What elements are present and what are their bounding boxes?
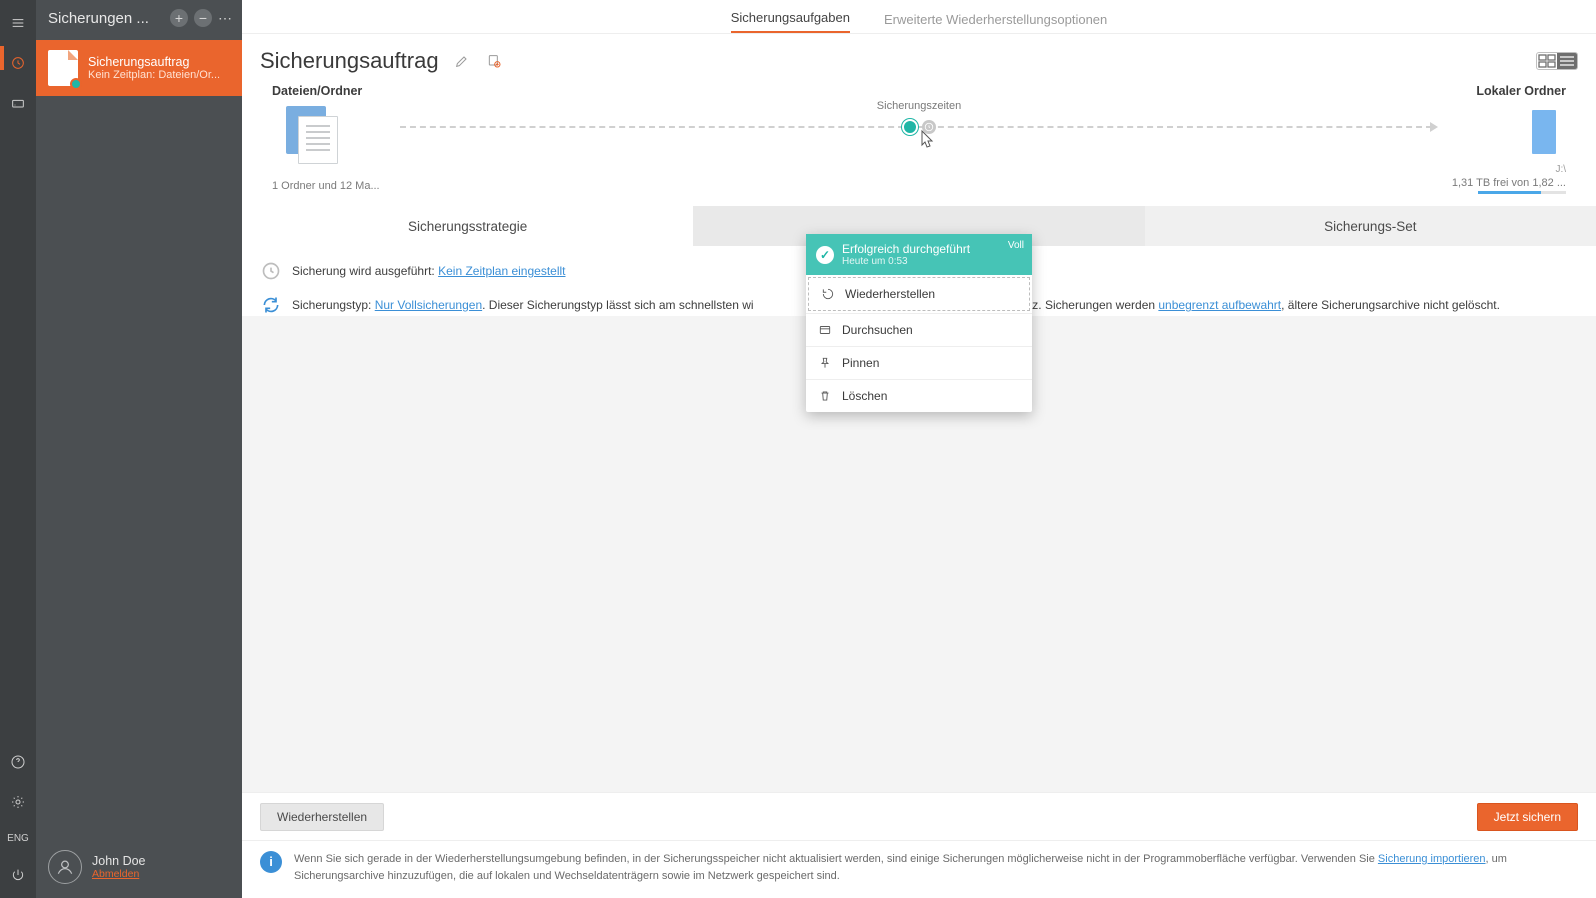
schedule-link[interactable]: Kein Zeitplan eingestellt bbox=[438, 264, 565, 278]
rail-active-indicator bbox=[0, 46, 4, 70]
remove-backup-button[interactable]: − bbox=[194, 9, 212, 27]
sidebar-title: Sicherungen ... bbox=[48, 10, 164, 27]
popover-restore-item[interactable]: Wiederherstellen bbox=[808, 277, 1030, 311]
backup-point-popover: ✓ Erfolgreich durchgeführt Heute um 0:53… bbox=[806, 234, 1032, 412]
power-icon[interactable] bbox=[9, 866, 27, 884]
backup-now-button[interactable]: Jetzt sichern bbox=[1477, 803, 1578, 831]
page-title-row: Sicherungsauftrag bbox=[242, 34, 1596, 80]
popover-header: ✓ Erfolgreich durchgeführt Heute um 0:53… bbox=[806, 234, 1032, 275]
popover-browse-item[interactable]: Durchsuchen bbox=[806, 313, 1032, 346]
check-icon: ✓ bbox=[816, 246, 834, 264]
popover-browse-label: Durchsuchen bbox=[842, 323, 913, 337]
job-subtitle: Kein Zeitplan: Dateien/Or... bbox=[88, 69, 220, 81]
footer-buttons: Wiederherstellen Jetzt sichern bbox=[242, 792, 1596, 840]
popover-restore-label: Wiederherstellen bbox=[845, 287, 935, 301]
user-name: John Doe bbox=[92, 854, 146, 868]
type-link[interactable]: Nur Vollsicherungen bbox=[375, 298, 482, 312]
popover-pin-label: Pinnen bbox=[842, 356, 879, 370]
language-label[interactable]: ENG bbox=[7, 833, 29, 844]
clock-icon[interactable] bbox=[9, 54, 27, 72]
subtab-set[interactable]: Sicherungs-Set bbox=[1145, 206, 1596, 246]
type-tail: , ältere Sicherungsarchive nicht gelösch… bbox=[1281, 298, 1500, 312]
destination-label: Lokaler Ordner bbox=[1476, 84, 1566, 98]
add-backup-button[interactable]: + bbox=[170, 9, 188, 27]
popover-time: Heute um 0:53 bbox=[842, 256, 970, 267]
help-icon[interactable] bbox=[9, 753, 27, 771]
gear-icon[interactable] bbox=[9, 793, 27, 811]
timeline-title: Sicherungszeiten bbox=[400, 100, 1438, 112]
files-folder-icon[interactable] bbox=[286, 106, 338, 162]
top-tabs: Sicherungsaufgaben Erweiterte Wiederhers… bbox=[242, 0, 1596, 34]
popover-tag: Voll bbox=[1008, 240, 1024, 251]
source-caption: 1 Ordner und 12 Ma... bbox=[272, 180, 380, 192]
logout-link[interactable]: Abmelden bbox=[92, 868, 146, 880]
restore-button[interactable]: Wiederherstellen bbox=[260, 803, 384, 831]
menu-icon[interactable] bbox=[9, 14, 27, 32]
type-mid: . Dieser Sicherungstyp lässt sich am sch… bbox=[482, 298, 753, 312]
timeline-point[interactable] bbox=[902, 119, 936, 135]
subtab-strategy[interactable]: Sicherungsstrategie bbox=[242, 206, 693, 246]
drive-icon[interactable] bbox=[9, 94, 27, 112]
flow-diagram: Dateien/Ordner 1 Ordner und 12 Ma... Sic… bbox=[242, 80, 1596, 194]
tab-advanced-recovery[interactable]: Erweiterte Wiederherstellungsoptionen bbox=[884, 12, 1107, 33]
sidebar-header: Sicherungen ... + − ⋯ bbox=[36, 0, 242, 36]
main-area: Sicherungsaufgaben Erweiterte Wiederhers… bbox=[242, 0, 1596, 898]
clock-outline-icon bbox=[260, 260, 282, 282]
info-bar: i Wenn Sie sich gerade in der Wiederhers… bbox=[242, 840, 1596, 898]
avatar[interactable] bbox=[48, 850, 82, 884]
destination-usage-bar bbox=[1478, 191, 1566, 194]
page-title: Sicherungsauftrag bbox=[260, 48, 439, 74]
timeline[interactable] bbox=[400, 116, 1438, 138]
source-label: Dateien/Ordner bbox=[272, 84, 362, 98]
document-icon bbox=[48, 50, 78, 86]
sidebar-item-backup-job[interactable]: Sicherungsauftrag Kein Zeitplan: Dateien… bbox=[36, 40, 242, 96]
import-backup-link[interactable]: Sicherung importieren bbox=[1378, 853, 1486, 865]
schedule-pre: Sicherung wird ausgeführt: bbox=[292, 264, 438, 278]
popover-delete-label: Löschen bbox=[842, 389, 887, 403]
local-folder-icon[interactable] bbox=[1532, 106, 1566, 154]
tab-backup-tasks[interactable]: Sicherungsaufgaben bbox=[731, 10, 850, 33]
timeline-success-icon bbox=[902, 119, 918, 135]
add-job-icon[interactable] bbox=[485, 52, 503, 70]
info-text-1: Wenn Sie sich gerade in der Wiederherste… bbox=[294, 853, 1378, 865]
icon-rail: ENG bbox=[0, 0, 36, 898]
destination-drive-letter: J:\ bbox=[1555, 164, 1566, 175]
more-icon[interactable]: ⋯ bbox=[218, 10, 234, 27]
destination-free-space: 1,31 TB frei von 1,82 ... bbox=[1452, 177, 1566, 189]
popover-pin-item[interactable]: Pinnen bbox=[806, 346, 1032, 379]
view-list-button[interactable] bbox=[1557, 53, 1577, 69]
view-cards-button[interactable] bbox=[1537, 53, 1557, 69]
timeline-clock-icon bbox=[922, 120, 936, 134]
popover-status: Erfolgreich durchgeführt bbox=[842, 242, 970, 256]
cycle-icon bbox=[260, 294, 282, 316]
type-pre: Sicherungstyp: bbox=[292, 298, 375, 312]
retention-link[interactable]: unbegrenzt aufbewahrt bbox=[1158, 298, 1281, 312]
edit-icon[interactable] bbox=[453, 52, 471, 70]
view-toggle bbox=[1536, 52, 1578, 70]
user-panel: John Doe Abmelden bbox=[36, 840, 242, 898]
popover-delete-item[interactable]: Löschen bbox=[806, 379, 1032, 412]
job-title: Sicherungsauftrag bbox=[88, 55, 220, 69]
sidebar: Sicherungen ... + − ⋯ Sicherungsauftrag … bbox=[36, 0, 242, 898]
info-icon: i bbox=[260, 851, 282, 873]
